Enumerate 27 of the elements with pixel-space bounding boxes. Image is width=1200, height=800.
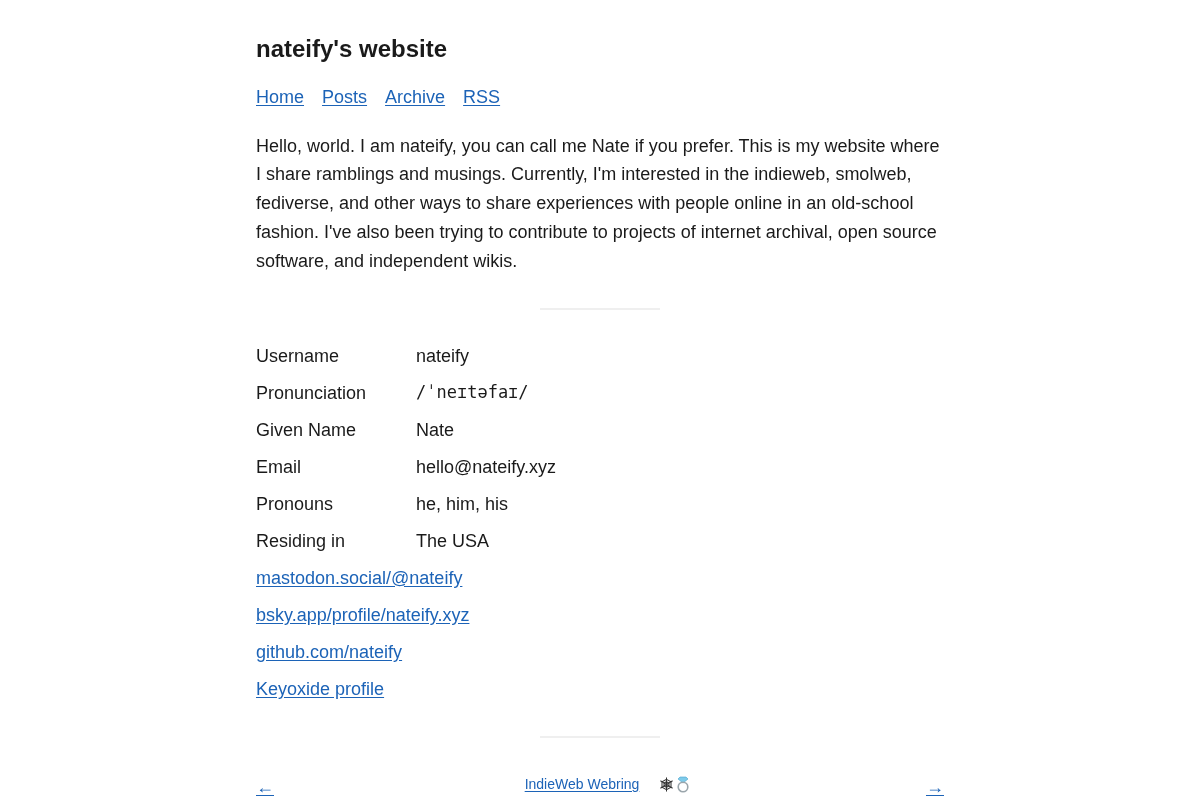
site-title: nateify's website	[256, 35, 448, 64]
profile-value: nateify	[416, 344, 470, 368]
nav-link[interactable]: Home	[256, 82, 304, 112]
profile-value: Nate	[416, 418, 455, 442]
profile-label: Pronunciation	[256, 381, 368, 405]
ring-icon	[676, 775, 691, 793]
profile-link[interactable]: bsky.app/profile/nateify.xyz	[256, 601, 470, 629]
profile-link[interactable]: mastodon.social/@nateify	[256, 564, 463, 592]
profile-link[interactable]: github.com/nateify	[256, 638, 403, 666]
profile-value: hello@nateify.xyz	[416, 455, 556, 479]
pronunciation-value: /ˈneɪtəfaɪ/	[416, 381, 529, 405]
profile-label: Residing in	[256, 529, 347, 553]
profile-value: The USA	[416, 529, 490, 553]
profile-label: Username	[256, 344, 341, 368]
profile-label: Email	[256, 455, 302, 479]
profile-label: Given Name	[256, 418, 358, 442]
nav-link[interactable]: Posts	[322, 82, 368, 112]
profile-link[interactable]: Keyoxide profile	[256, 675, 385, 703]
next-link[interactable]: →	[926, 773, 944, 800]
nav-link[interactable]: Archive	[385, 82, 446, 112]
intro-paragraph: Hello, world. I am nateify, you can call me Nate if you prefer. This is my website where I share ramblings and musings. Currently, I'm interested in the indieweb, smolweb, fediverse, and other ways to share experiences with people online in an old-school fashion. I've also been trying to contribute to projects of internet archival, open source software, and independent wikis.	[256, 134, 941, 273]
nav-link[interactable]: RSS	[463, 82, 501, 112]
previous-link[interactable]: ←	[256, 773, 274, 800]
profile-label: Pronouns	[256, 492, 335, 516]
webring-link[interactable]: IndieWeb Webring	[524, 773, 640, 795]
profile-value: he, him, his	[416, 492, 509, 516]
spider-web-icon	[659, 776, 675, 792]
